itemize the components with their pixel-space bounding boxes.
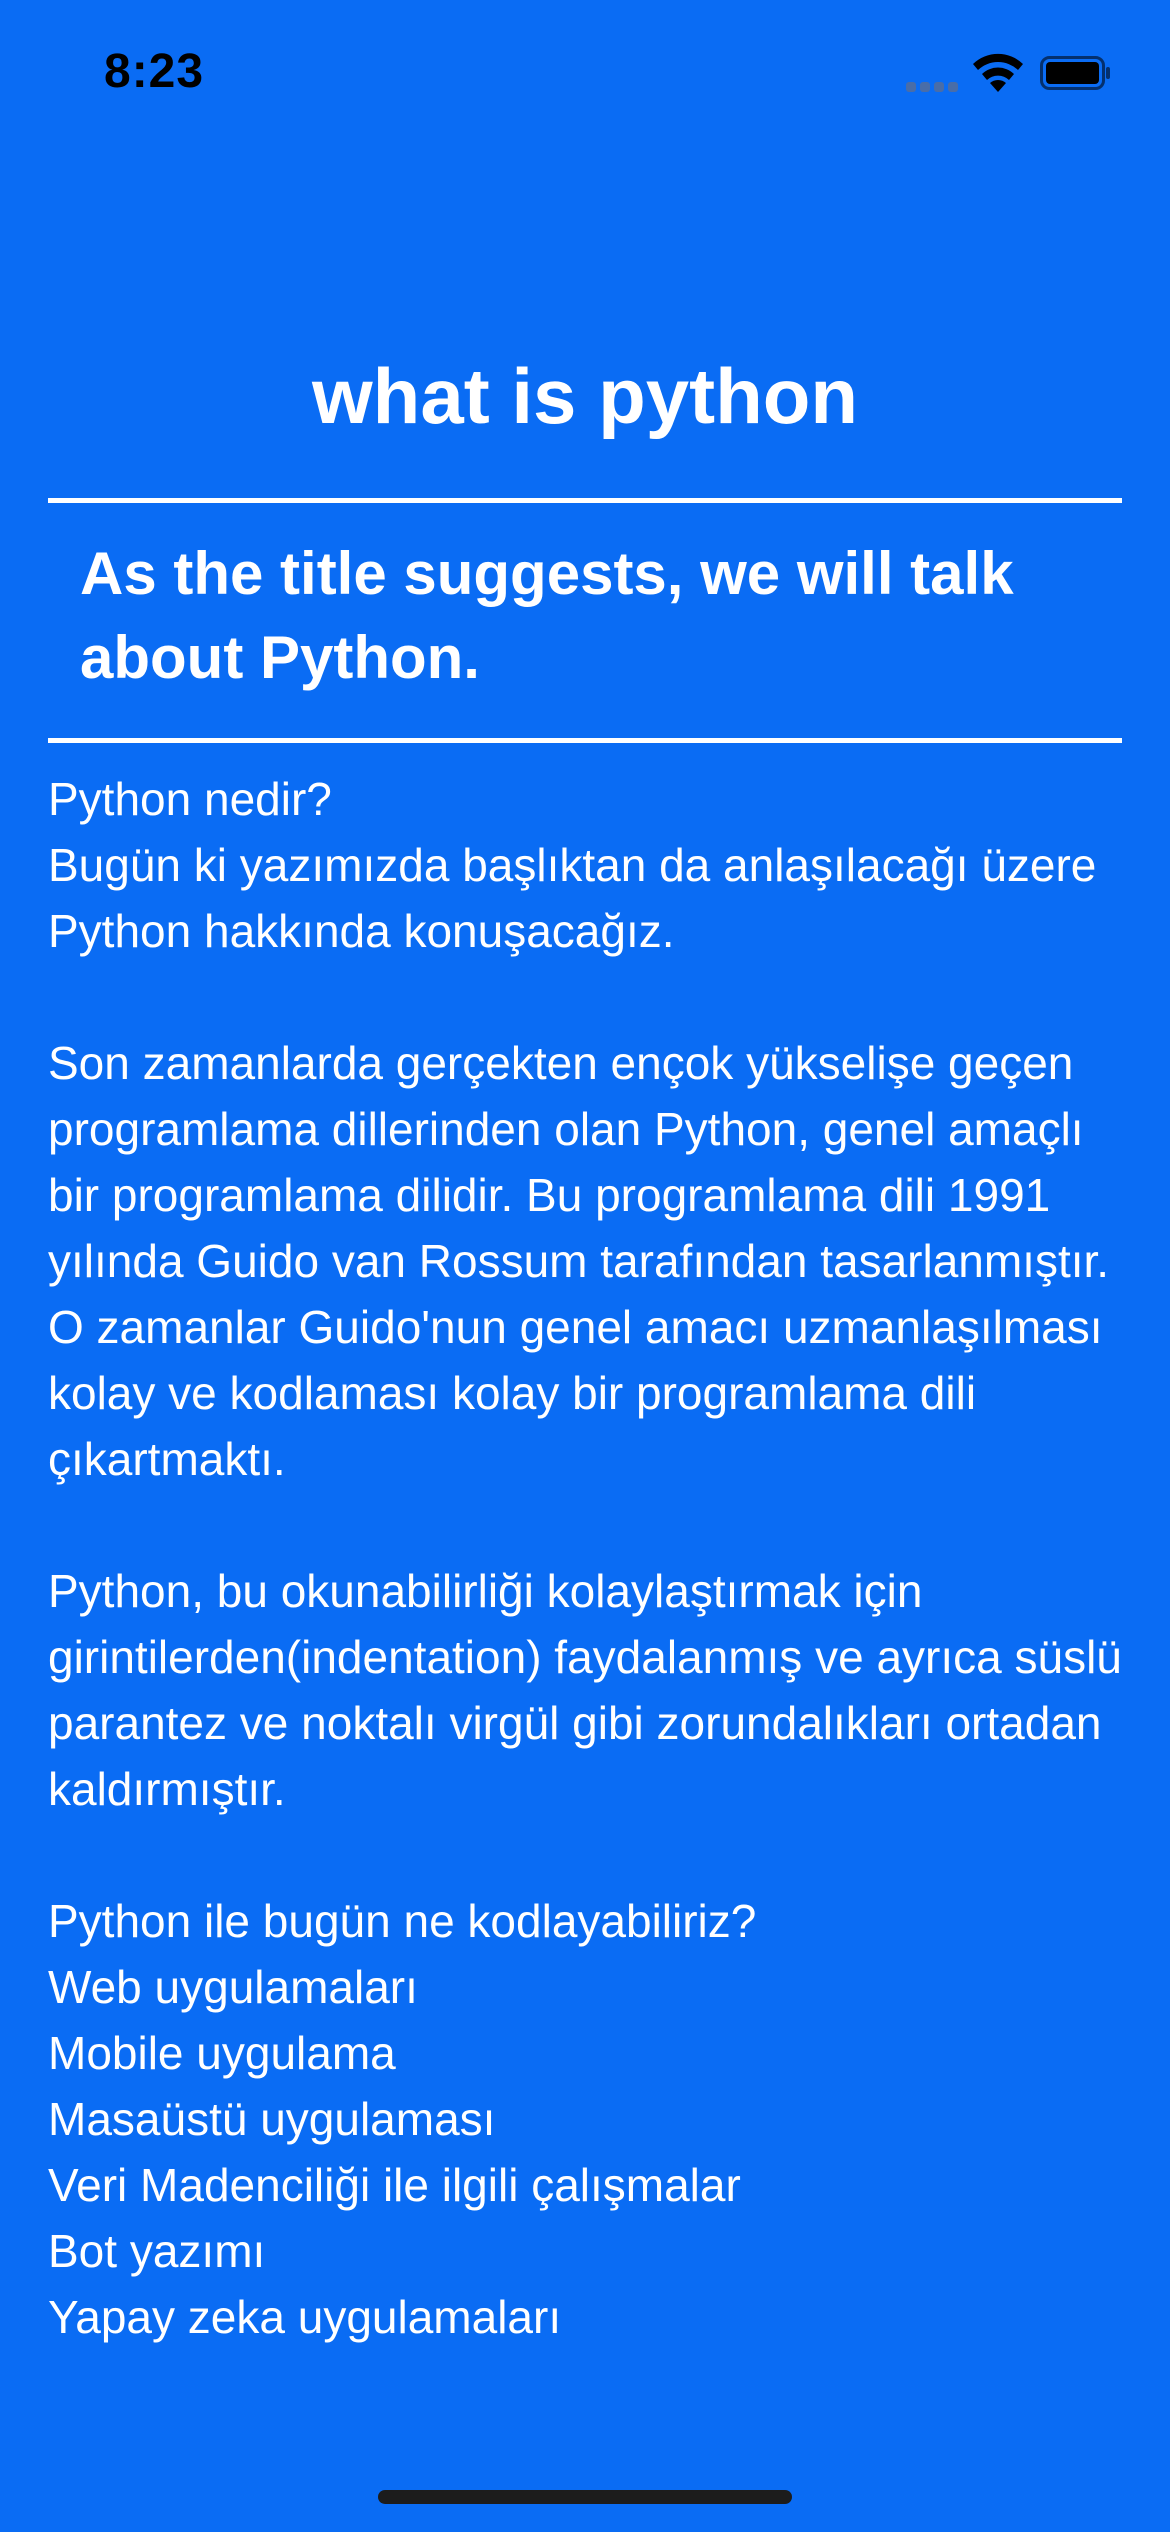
status-bar: 8:23: [0, 0, 1170, 150]
title-divider: [48, 498, 1122, 503]
article-body: Python nedir? Bugün ki yazımızda başlıkt…: [48, 773, 1122, 2343]
page-subtitle: As the title suggests, we will talk abou…: [80, 540, 1014, 691]
cellular-signal-icon: [906, 80, 958, 92]
status-time: 8:23: [104, 45, 205, 98]
article-scroll-view[interactable]: Python nedir? Bugün ki yazımızda başlıkt…: [48, 766, 1128, 2378]
wifi-icon: [973, 53, 1023, 92]
page-title: what is python: [312, 352, 858, 440]
home-indicator[interactable]: [378, 2490, 792, 2504]
subtitle-divider: [48, 738, 1122, 743]
battery-icon: [1040, 56, 1110, 90]
